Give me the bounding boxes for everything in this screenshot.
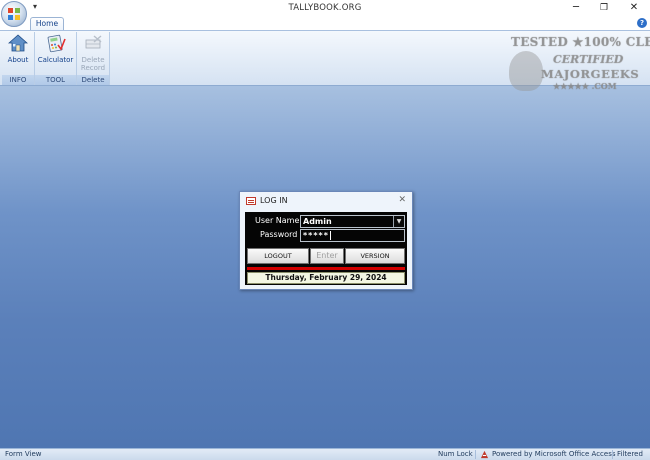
ribbon-group-tool: Calculator TOOL bbox=[35, 32, 77, 85]
watermark-com-text: ★★★★★ .COM bbox=[553, 81, 617, 91]
logout-button[interactable]: LOGOUT bbox=[247, 248, 309, 264]
group-label-delete: Delete bbox=[77, 75, 109, 85]
calculator-label: Calculator bbox=[37, 56, 74, 64]
calculator-icon bbox=[47, 34, 66, 53]
delete-record-label: Delete Record bbox=[80, 56, 106, 72]
status-bar: Form View Num Lock Powered by Microsoft … bbox=[0, 448, 650, 460]
majorgeeks-watermark: TESTED ★100% CLEAN CERTIFIED MAJORGEEKS … bbox=[505, 33, 650, 95]
username-value: Admin bbox=[303, 217, 332, 226]
house-icon bbox=[8, 34, 28, 52]
version-button[interactable]: VERSION bbox=[345, 248, 405, 264]
status-powered-by: Powered by Microsoft Office Access bbox=[492, 450, 616, 458]
watermark-mascot-icon bbox=[509, 51, 543, 91]
watermark-tested-text: TESTED ★100% CLEAN bbox=[511, 35, 650, 49]
status-separator bbox=[475, 450, 476, 459]
enter-button[interactable]: Enter bbox=[310, 248, 344, 264]
about-label: About bbox=[7, 56, 29, 64]
group-label-info: INFO bbox=[2, 75, 34, 85]
restore-button[interactable]: ❐ bbox=[590, 0, 618, 16]
group-label-tool: TOOL bbox=[35, 75, 76, 85]
minimize-button[interactable]: ─ bbox=[562, 0, 590, 16]
divider-line bbox=[247, 267, 405, 270]
status-form-view: Form View bbox=[5, 450, 42, 458]
username-label: User Name bbox=[255, 216, 300, 225]
status-filtered: Filtered bbox=[617, 450, 643, 458]
watermark-certified-text: CERTIFIED bbox=[553, 53, 624, 66]
status-num-lock: Num Lock bbox=[438, 450, 473, 458]
login-form-body: User Name Admin ▼ Password ***** LOGOUT … bbox=[245, 212, 407, 285]
about-button[interactable]: About bbox=[2, 32, 34, 64]
ribbon-group-delete: Delete Record Delete bbox=[77, 32, 110, 85]
office-button[interactable] bbox=[1, 1, 27, 27]
access-key-icon bbox=[480, 450, 489, 459]
watermark-majorgeeks-text: MAJORGEEKS bbox=[541, 67, 640, 81]
password-field[interactable]: ***** bbox=[300, 229, 405, 242]
status-separator bbox=[612, 450, 613, 459]
password-label: Password bbox=[260, 230, 298, 239]
office-logo-icon bbox=[8, 8, 20, 20]
calculator-button[interactable]: Calculator bbox=[35, 32, 76, 64]
current-date: Thursday, February 29, 2024 bbox=[247, 272, 405, 284]
tab-home[interactable]: Home bbox=[30, 17, 64, 31]
window-title: TALLYBOOK.ORG bbox=[288, 3, 362, 13]
title-bar: ▾ TALLYBOOK.ORG ─ ❐ ✕ bbox=[0, 0, 650, 16]
delete-record-button[interactable]: Delete Record bbox=[77, 32, 109, 72]
password-value: ***** bbox=[303, 231, 329, 240]
delete-record-icon bbox=[85, 35, 102, 49]
login-dialog: LOG IN ✕ User Name Admin ▼ Password ****… bbox=[239, 191, 413, 290]
login-dialog-titlebar[interactable]: LOG IN ✕ bbox=[240, 192, 412, 210]
form-icon bbox=[246, 197, 256, 205]
close-button[interactable]: ✕ bbox=[620, 0, 648, 16]
ribbon-tab-row: Home ? bbox=[0, 16, 650, 31]
chevron-down-icon[interactable]: ▼ bbox=[393, 216, 404, 227]
login-dialog-close-button[interactable]: ✕ bbox=[398, 195, 406, 205]
ribbon-group-info: About INFO bbox=[2, 32, 35, 85]
username-combobox[interactable]: Admin ▼ bbox=[300, 215, 405, 228]
help-icon[interactable]: ? bbox=[637, 18, 647, 28]
login-dialog-title: LOG IN bbox=[260, 196, 288, 205]
